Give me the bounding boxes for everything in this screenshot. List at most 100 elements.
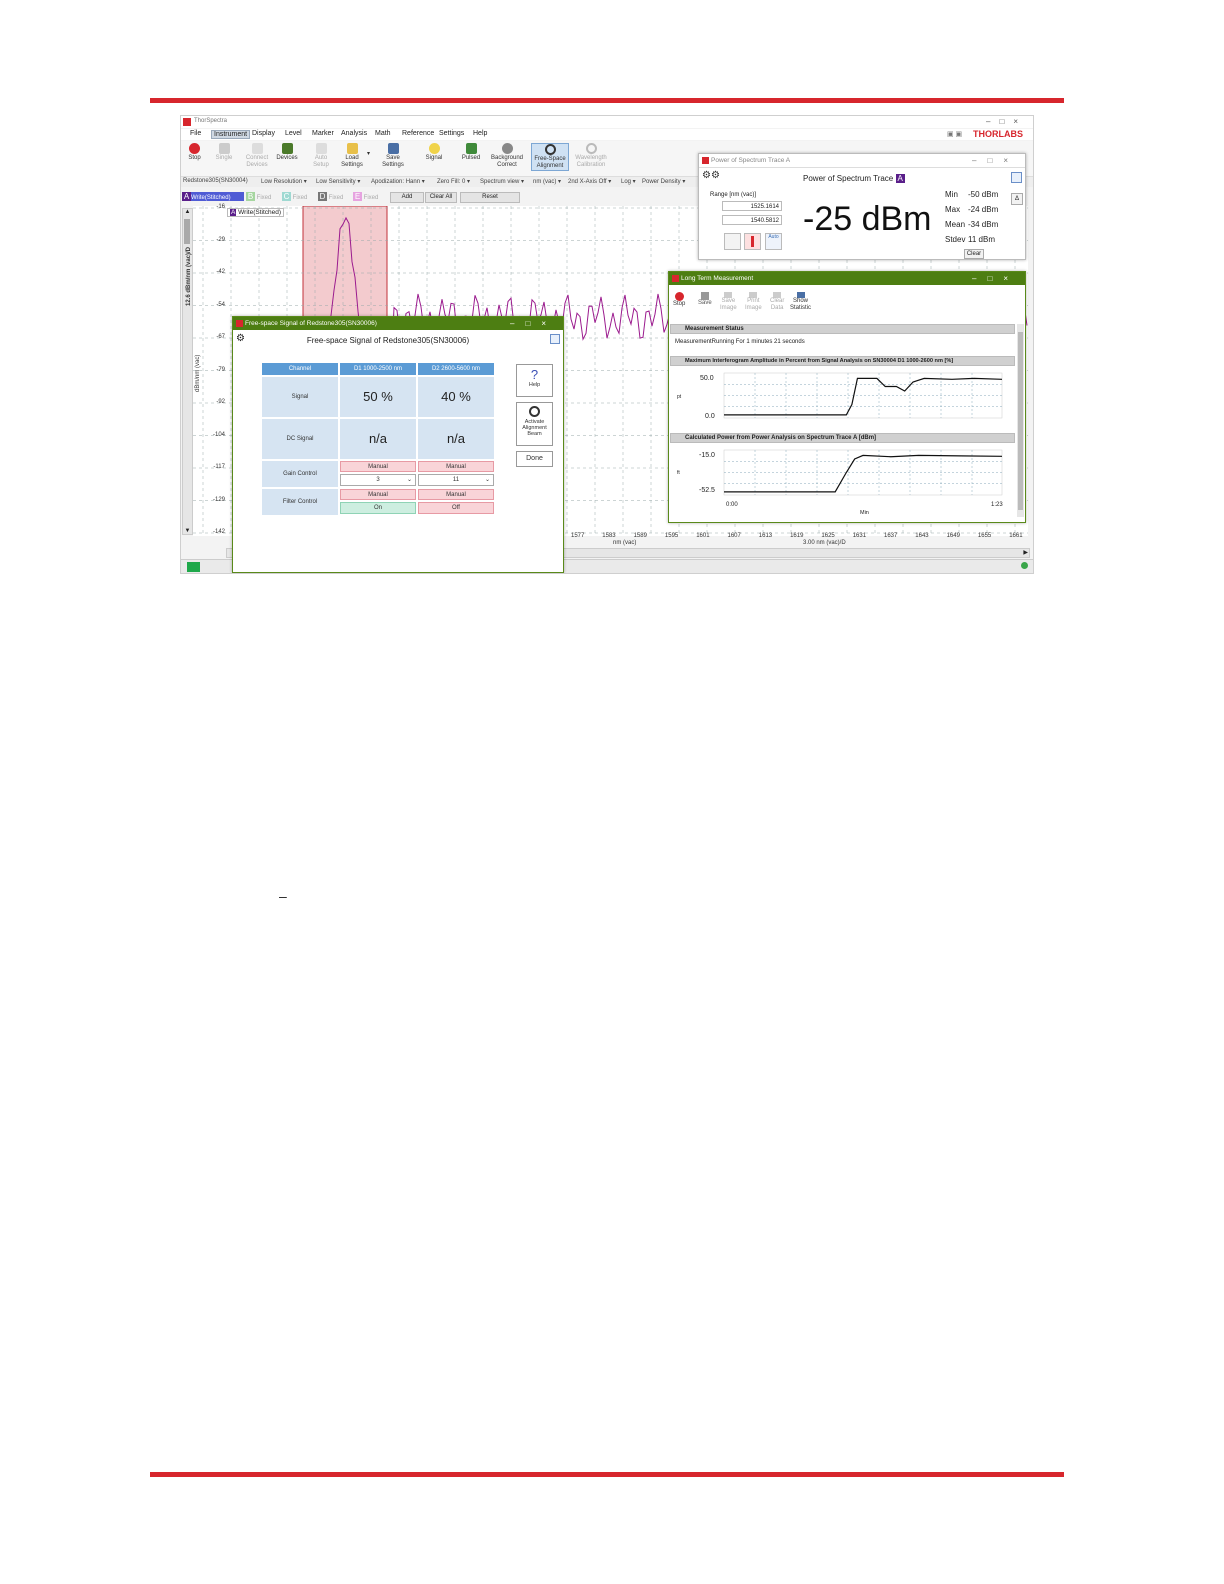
scroll-thumb[interactable] <box>184 219 190 244</box>
menu-file[interactable]: File <box>190 130 201 137</box>
view-select[interactable]: Spectrum view ▾ <box>480 178 524 185</box>
apodization-select[interactable]: Apodization: Hann ▾ <box>371 178 425 185</box>
menu-math[interactable]: Math <box>375 130 391 137</box>
trace-b-chip[interactable]: B Fixed <box>246 192 280 201</box>
reset-button[interactable]: Reset <box>460 192 520 203</box>
resolution-select[interactable]: Low Resolution ▾ <box>261 178 307 185</box>
pin-icon[interactable] <box>1011 172 1022 183</box>
clear-stats-button[interactable]: Clear <box>964 249 984 259</box>
density-select[interactable]: Power Density ▾ <box>642 178 685 185</box>
x-tick-label: 1607 <box>727 533 741 539</box>
stop-button[interactable]: Stop <box>186 143 203 162</box>
pulsed-button[interactable]: Pulsed <box>460 143 482 162</box>
background-correct-button[interactable]: Background Correct <box>488 143 526 169</box>
save-settings-button[interactable]: Save Settings <box>380 143 406 169</box>
fs-title-bar: Free-space Signal of Redstone305(SN30006… <box>233 317 563 330</box>
add-trace-button[interactable]: Add <box>390 192 424 203</box>
col-channel-header: Channel <box>262 363 338 375</box>
filter-mode-d1-button[interactable]: Manual <box>340 489 416 500</box>
peak-range-button[interactable] <box>744 233 761 250</box>
trace-c-chip[interactable]: C Fixed <box>282 192 316 201</box>
trace-d-chip[interactable]: D Fixed <box>318 192 352 201</box>
menu-reference[interactable]: Reference <box>402 130 434 137</box>
menu-instrument[interactable]: Instrument <box>211 130 251 139</box>
signal-icon <box>428 143 440 154</box>
gain-mode-d2-button[interactable]: Manual <box>418 461 494 472</box>
gain-value-d2-select[interactable]: 11 ⌄ <box>418 474 494 486</box>
range-to-input[interactable]: 1540.5812 <box>722 215 782 225</box>
signal-button[interactable]: Signal <box>423 143 445 162</box>
power-window-controls[interactable]: –□× <box>972 154 1019 167</box>
trace-e-chip[interactable]: E Fixed <box>353 192 387 201</box>
menu-settings[interactable]: Settings <box>439 130 464 137</box>
unit-select[interactable]: nm (vac) ▾ <box>533 178 561 185</box>
menu-help[interactable]: Help <box>473 130 487 137</box>
help-button[interactable]: ? Help <box>516 364 553 397</box>
minimize-icon[interactable]: – <box>986 117 999 126</box>
sensitivity-select[interactable]: Low Sensitivity ▾ <box>316 178 360 185</box>
target-icon <box>544 144 556 155</box>
window-controls[interactable]: –□× <box>986 117 1027 126</box>
wavelength-calibration-button[interactable]: Wavelength Calibration <box>572 143 610 169</box>
menu-analysis[interactable]: Analysis <box>341 130 367 137</box>
zero-fill-select[interactable]: Zero Fill: 0 ▾ <box>437 178 470 185</box>
dc-d2-value: n/a <box>418 419 494 459</box>
close-icon[interactable]: × <box>1013 117 1027 126</box>
device-select[interactable]: Redstone305(SN30004) <box>183 178 248 184</box>
auto-setup-button[interactable]: Auto Setup <box>311 143 331 169</box>
scale-select[interactable]: Log ▾ <box>621 178 636 185</box>
fs-window-controls[interactable]: –□× <box>510 317 557 330</box>
connect-devices-button[interactable]: Connect Devices <box>243 143 271 169</box>
x-tick-label: 1637 <box>884 533 898 539</box>
devices-button[interactable]: Devices <box>276 143 298 162</box>
y-tick-label: -42 <box>216 269 225 275</box>
x-tick-label: 1625 <box>821 533 835 539</box>
menu-display[interactable]: Display <box>252 130 275 137</box>
x-axis-label: nm (vac) <box>613 540 637 546</box>
stat-stdev: Stdev 11 dBm <box>945 235 995 244</box>
filter-d2-toggle[interactable]: Off <box>418 502 494 514</box>
activate-alignment-beam-button[interactable]: Activate Alignment Beam <box>516 402 553 446</box>
connect-icon <box>251 143 263 154</box>
filter-d1-toggle[interactable]: On <box>340 502 416 514</box>
ltm-scroll-thumb[interactable] <box>1018 332 1023 510</box>
auto-range-button[interactable]: Auto <box>765 233 782 250</box>
collapse-button[interactable]: Δ <box>1011 193 1023 205</box>
gain-value-d1-select[interactable]: 3 ⌄ <box>340 474 416 486</box>
ltm-scrollbar[interactable] <box>1017 324 1024 517</box>
app-title: ThorSpectra <box>194 118 228 124</box>
menu-level[interactable]: Level <box>285 130 302 137</box>
trace-a-chip[interactable]: A Write(Stitched) <box>182 192 244 201</box>
power-window: Power of Spectrum Trace A –□× ⚙⚙ Power o… <box>698 153 1026 260</box>
settings-gears-icon[interactable]: ⚙⚙ <box>702 170 720 181</box>
clear-all-button[interactable]: Clear All <box>425 192 457 203</box>
fs-pin-icon[interactable] <box>550 334 560 344</box>
done-button[interactable]: Done <box>516 451 553 467</box>
range-from-input[interactable]: 1525.1614 <box>722 201 782 211</box>
fs-app-icon <box>236 320 243 327</box>
second-axis-select[interactable]: 2nd X-Axis Off ▾ <box>568 178 611 185</box>
x-tick-label: 1577 <box>571 533 585 539</box>
menu-marker[interactable]: Marker <box>312 130 334 137</box>
dc-d1-value: n/a <box>340 419 416 459</box>
window-tile-icons[interactable]: ▣ ▣ <box>947 130 962 138</box>
scroll-up-icon[interactable]: ▲ <box>183 209 192 215</box>
maximize-icon[interactable]: □ <box>999 117 1013 126</box>
filter-mode-d2-button[interactable]: Manual <box>418 489 494 500</box>
help-icon: ? <box>530 367 539 382</box>
chevron-down-icon: ⌄ <box>484 477 490 483</box>
load-settings-dropdown-icon[interactable]: ▾ <box>367 151 370 158</box>
scroll-down-icon[interactable]: ▼ <box>183 528 192 534</box>
long-term-window: Long Term Measurement –□× Stop Save Save… <box>668 271 1026 523</box>
free-space-window: Free-space Signal of Redstone305(SN30006… <box>232 316 564 573</box>
gain-mode-d1-button[interactable]: Manual <box>340 461 416 472</box>
x-tick-label: 1631 <box>852 533 867 539</box>
x-end-label: 1:23 <box>991 502 1003 508</box>
blank-range-button[interactable] <box>724 233 741 250</box>
scroll-right-icon[interactable]: ▶ <box>1023 549 1028 556</box>
single-button[interactable]: Single <box>214 143 234 162</box>
signal-d1-value: 50 % <box>340 377 416 417</box>
load-settings-button[interactable]: Load Settings <box>340 143 364 169</box>
free-space-alignment-button[interactable]: Free-Space Alignment <box>531 143 569 171</box>
page-note: – <box>279 888 287 904</box>
